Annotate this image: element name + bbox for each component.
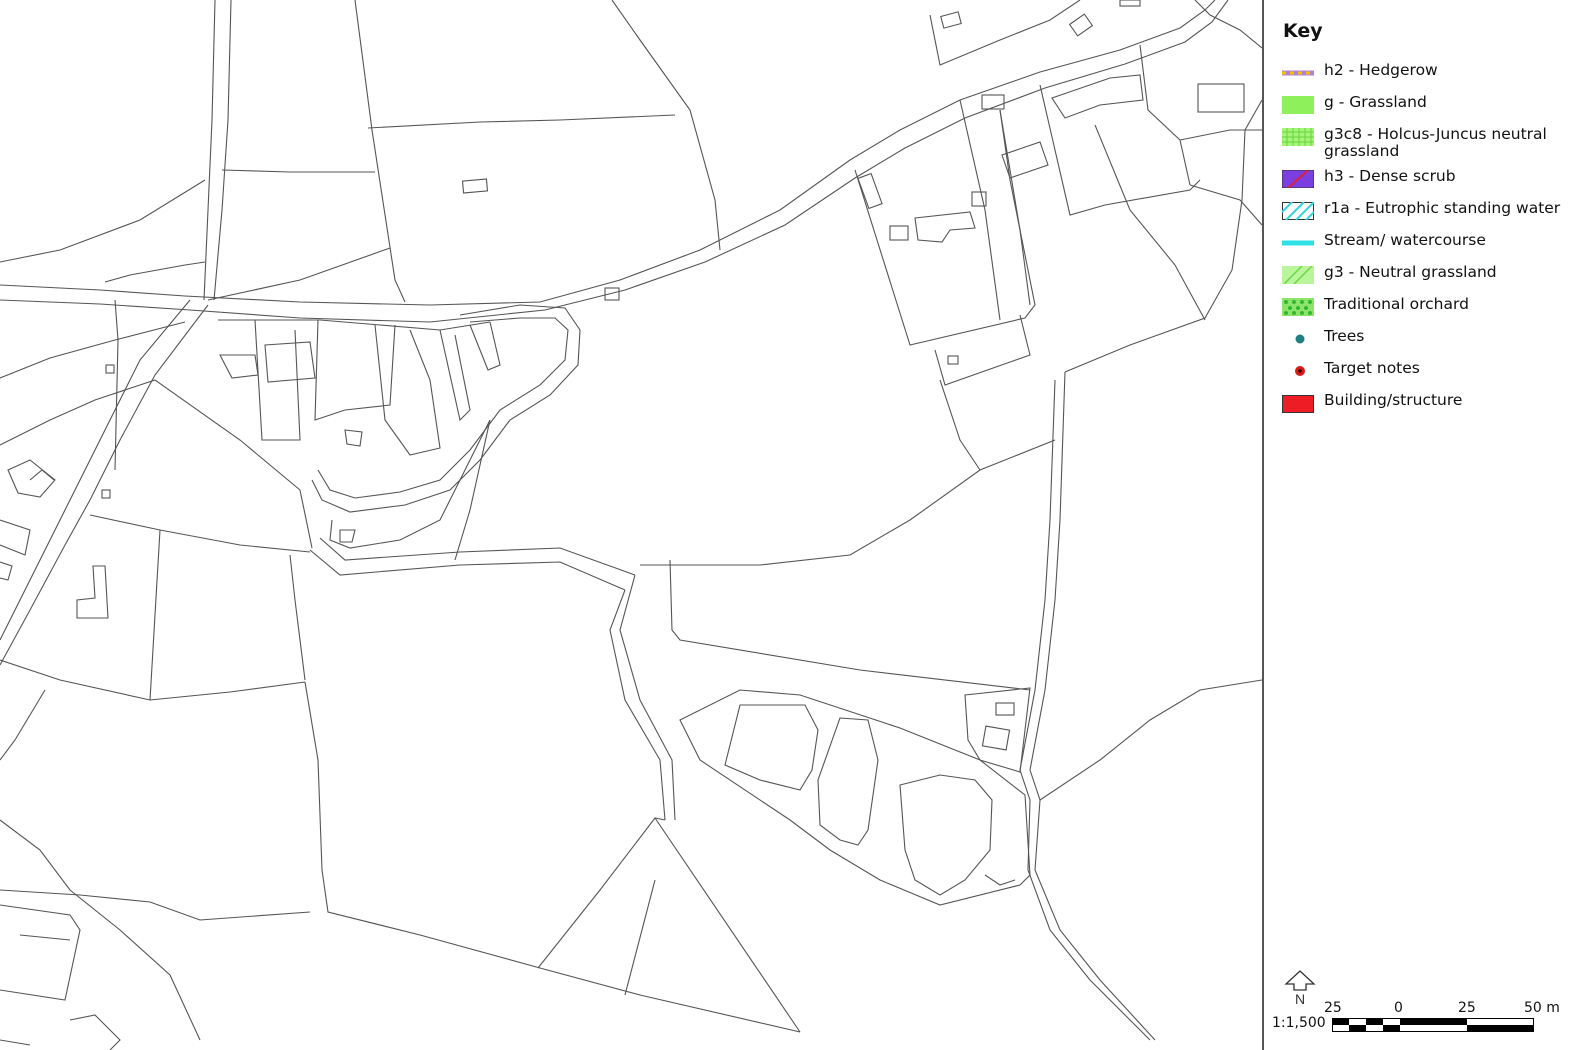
neutral-grassland-swatch [1282, 266, 1314, 284]
target-note-dot [1295, 366, 1305, 376]
building-swatch [1282, 395, 1314, 413]
map-legend-divider [1262, 0, 1264, 1050]
legend-label: Target notes [1324, 359, 1420, 377]
north-arrow-icon: N [1284, 970, 1316, 1007]
scale-ratio: 1:1,500 [1272, 1015, 1326, 1031]
legend-label: g - Grassland [1324, 93, 1427, 111]
legend-label: r1a - Eutrophic standing water [1324, 199, 1561, 217]
legend-label: g3 - Neutral grassland [1324, 263, 1497, 281]
legend-label: Building/structure [1324, 391, 1463, 409]
scale-bar [1332, 1018, 1534, 1032]
legend-panel: Key h2 - Hedgerow g - Grassland g3c8 - H… [1268, 0, 1576, 1050]
legend-label: Stream/ watercourse [1324, 231, 1486, 249]
legend-label: h2 - Hedgerow [1324, 61, 1438, 79]
standing-water-swatch [1282, 202, 1314, 220]
scale-tick: 50 m [1524, 1000, 1560, 1016]
stream-line [1282, 240, 1314, 246]
hedgerow-swatch [1282, 70, 1314, 76]
legend-label: Traditional orchard [1324, 295, 1469, 313]
legend-label: h3 - Dense scrub [1324, 167, 1456, 185]
legend-title: Key [1283, 20, 1323, 42]
scale-tick: 25 [1324, 1000, 1342, 1016]
dense-scrub-swatch [1282, 170, 1314, 188]
scale-tick: 25 [1458, 1000, 1476, 1016]
legend-label: g3c8 - Holcus-Juncus neutral grassland [1324, 125, 1547, 160]
map-linework [0, 0, 1262, 1050]
north-label: N [1295, 991, 1305, 1007]
map-area[interactable] [0, 0, 1262, 1050]
orchard-swatch [1282, 298, 1314, 316]
holcus-juncus-swatch [1282, 128, 1314, 146]
legend-label: Trees [1324, 327, 1365, 345]
tree-dot [1295, 334, 1305, 344]
scale-tick: 0 [1394, 1000, 1403, 1016]
grassland-swatch [1282, 96, 1314, 114]
